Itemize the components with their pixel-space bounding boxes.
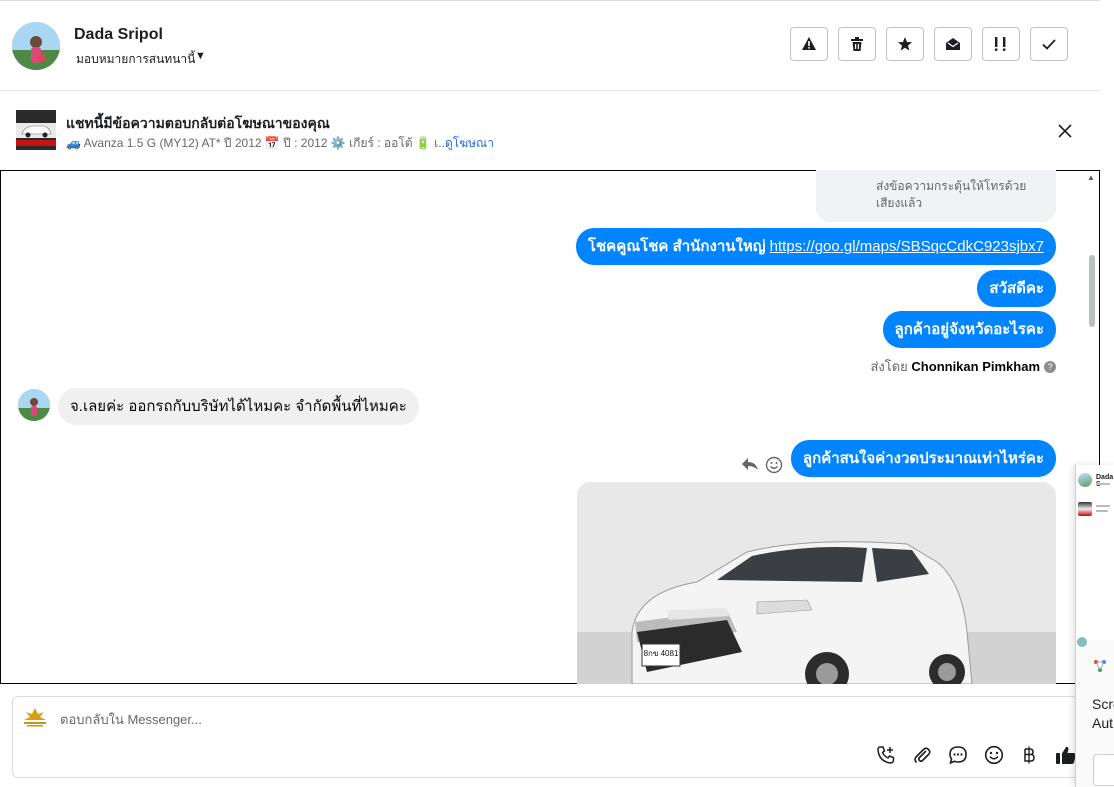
map-link[interactable]: https://goo.gl/maps/SBSqcCdkC923sjbx7: [770, 238, 1044, 255]
warning-icon: [802, 37, 816, 50]
view-ad-link[interactable]: ดูโฆษณา: [445, 134, 494, 153]
outgoing-message[interactable]: โชคคูณโชค สำนักงานใหญ่ https://goo.gl/ma…: [575, 228, 1056, 265]
mark-unread-button[interactable]: [934, 27, 972, 61]
sent-by-label: ส่งโดย Chonnikan Pimkham?: [870, 356, 1056, 377]
saved-reply-icon[interactable]: [947, 744, 969, 766]
assign-conversation-label[interactable]: มอบหมายการสนทนานี้: [76, 50, 195, 69]
check-icon: [1042, 39, 1056, 50]
scrollbar-thumb[interactable]: [1089, 255, 1095, 327]
call-prompt-text: ส่งข้อความกระตุ้นให้โทรด้วยเสียงแล้ว: [876, 179, 1027, 210]
emoji-icon[interactable]: [983, 744, 1005, 766]
sent-by-prefix: ส่งโดย: [870, 359, 908, 374]
exclamation-icon: [995, 37, 1006, 51]
outgoing-message[interactable]: สวัสดีคะ: [977, 270, 1056, 307]
baht-icon[interactable]: [1018, 744, 1040, 766]
close-icon[interactable]: [1054, 120, 1076, 142]
follow-up-button[interactable]: [982, 27, 1020, 61]
side-notification-subtitle: Aut: [1092, 715, 1114, 731]
help-icon[interactable]: ?: [1044, 361, 1056, 373]
side-text-line: [1096, 483, 1110, 485]
envelope-open-icon: [946, 38, 960, 50]
contact-avatar[interactable]: [18, 389, 50, 421]
sender-name: Chonnikan Pimkham: [911, 359, 1040, 374]
side-small-avatar: [1077, 637, 1087, 647]
call-add-icon[interactable]: [875, 744, 897, 766]
ad-banner-detail: 🚙 Avanza 1.5 G (MY12) AT* ปี 2012 📅 ปี :…: [66, 136, 449, 150]
user-name[interactable]: Dada Sripol: [74, 26, 163, 44]
side-notification-button[interactable]: [1093, 754, 1114, 786]
side-text-line: [1096, 505, 1110, 507]
page-logo: [20, 706, 50, 728]
car-image-attachment[interactable]: 8กข 4081: [577, 482, 1056, 684]
scroll-up-arrow-icon[interactable]: ▲: [1087, 173, 1095, 182]
side-avatar: [1078, 473, 1092, 487]
thumbs-up-icon[interactable]: [1055, 744, 1077, 766]
side-user-name: Dada S: [1096, 474, 1114, 488]
spam-button[interactable]: [790, 27, 828, 61]
side-text-line: [1096, 510, 1108, 512]
ad-banner-title: แชทนี้มีข้อความตอบกลับต่อโฆษณาของคุณ: [66, 115, 330, 131]
reply-input[interactable]: [60, 708, 660, 730]
reply-icon[interactable]: [741, 456, 759, 477]
star-icon: [898, 37, 912, 51]
star-button[interactable]: [886, 27, 924, 61]
app-logo-icon: [1093, 659, 1107, 678]
side-notification-title: Scre: [1092, 696, 1114, 712]
side-panel-preview: [1076, 466, 1114, 640]
outgoing-message[interactable]: ลูกค้าอยู่จังหวัดอะไรคะ: [882, 311, 1056, 348]
caret-down-icon[interactable]: ▼: [195, 50, 206, 62]
car-plate-text: 8กข 4081: [644, 649, 679, 658]
outgoing-message[interactable]: ลูกค้าสนใจค่างวดประมาณเท่าไหร่คะ: [790, 440, 1056, 477]
side-ad-thumbnail: [1078, 502, 1092, 516]
message-text: โชคคูณโชค สำนักงานใหญ่: [587, 238, 770, 255]
top-divider: [0, 0, 1100, 1]
attachment-icon[interactable]: [911, 744, 933, 766]
incoming-message[interactable]: จ.เลยค่ะ ออกรถกับบริษัทได้ไหมคะ จำกัดพื้…: [58, 388, 419, 425]
trash-icon: [851, 37, 863, 51]
user-avatar[interactable]: [12, 22, 60, 70]
delete-button[interactable]: [838, 27, 876, 61]
done-button[interactable]: [1030, 27, 1068, 61]
ad-thumbnail[interactable]: [16, 110, 56, 150]
emoji-react-icon[interactable]: [765, 456, 783, 479]
